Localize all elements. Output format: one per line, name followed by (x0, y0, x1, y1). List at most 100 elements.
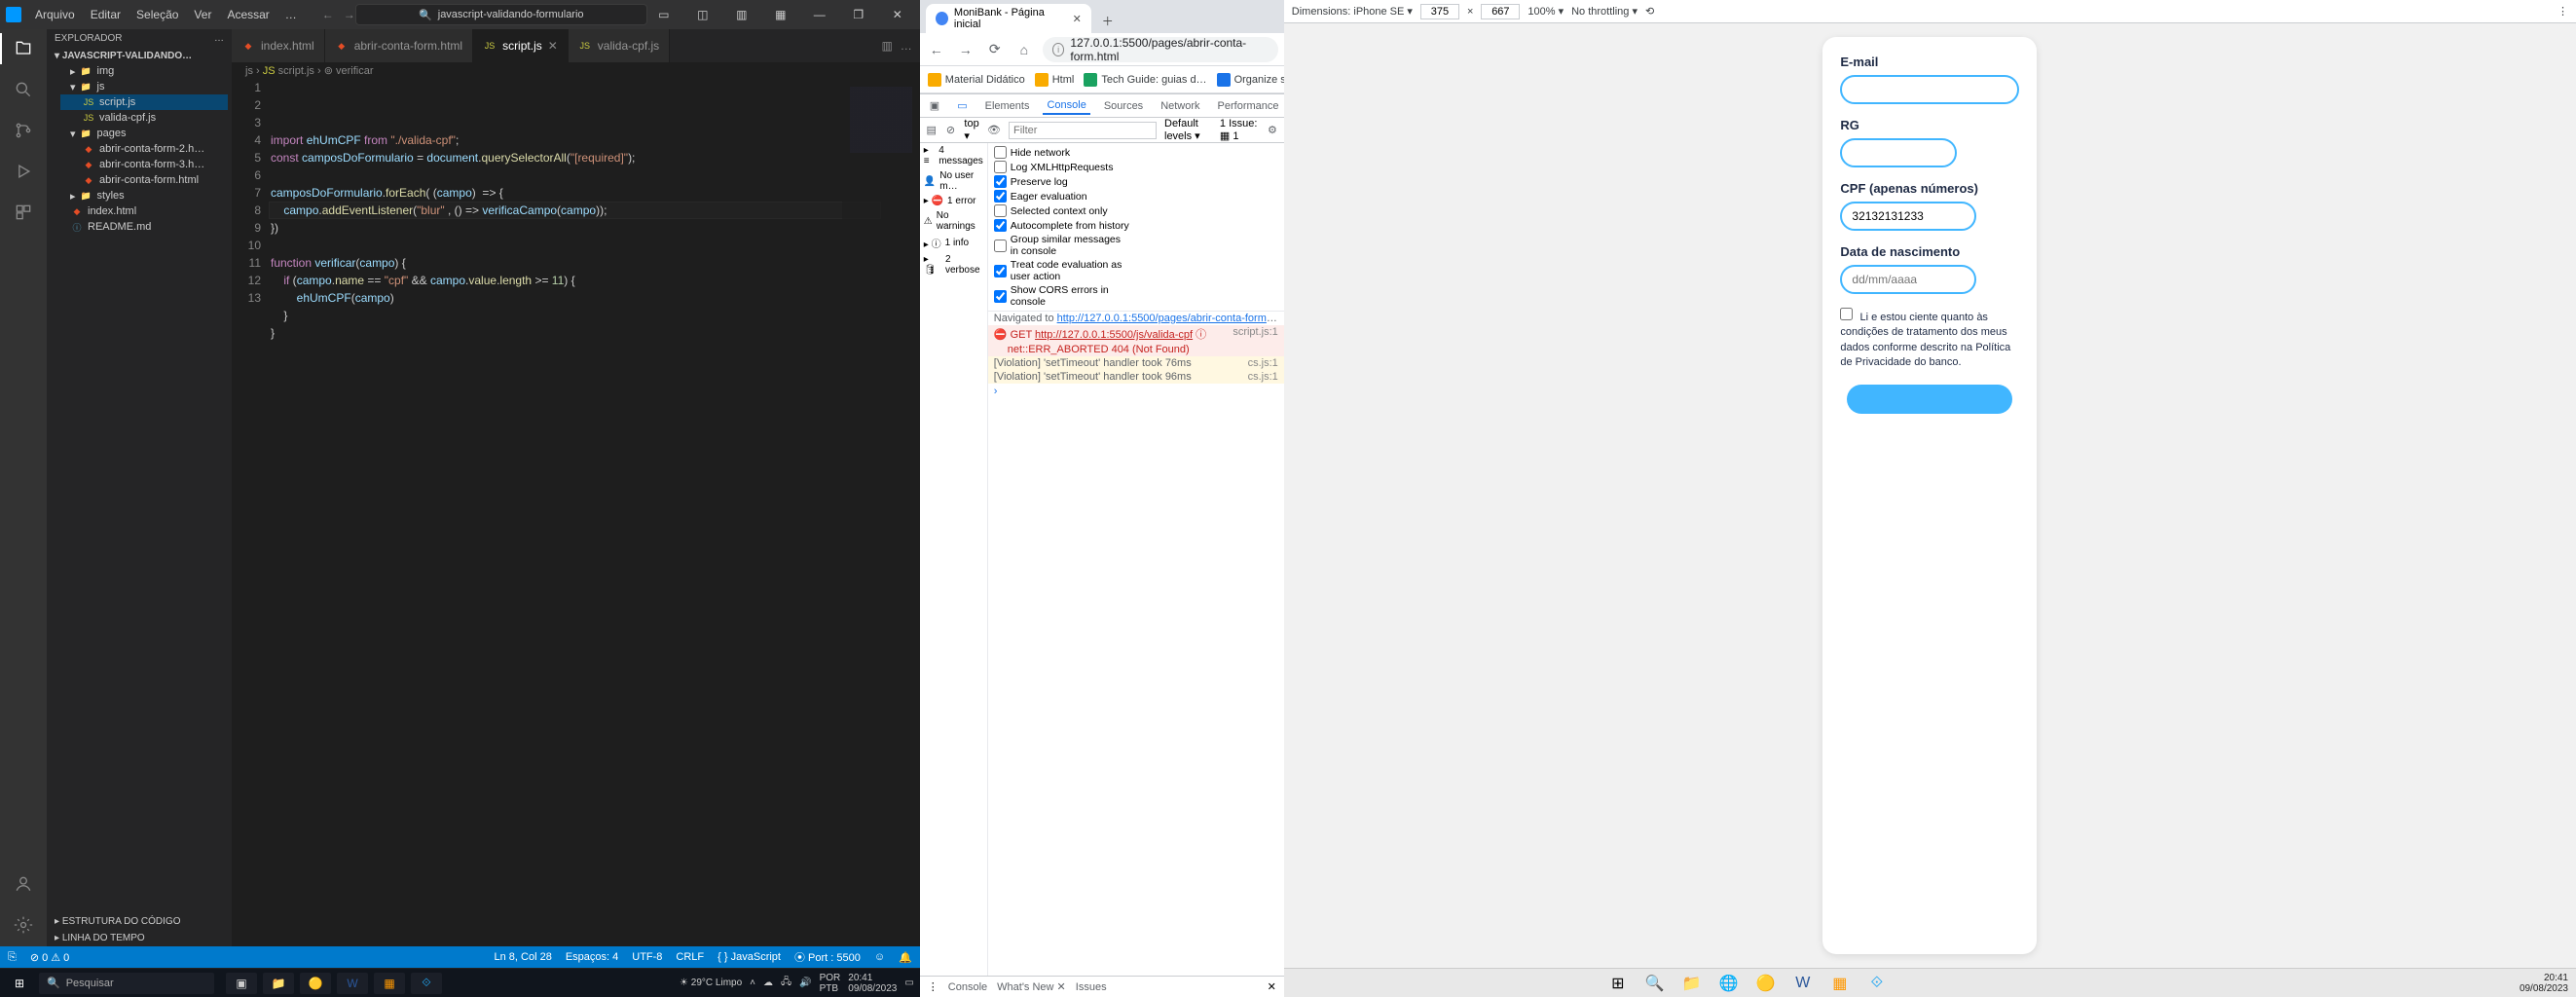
close-icon[interactable]: ✕ (548, 39, 558, 53)
win-close-icon[interactable]: ✕ (881, 8, 914, 21)
project-root[interactable]: ▾ JAVASCRIPT-VALIDANDO… (55, 49, 228, 63)
explorer-icon[interactable] (12, 37, 35, 60)
file-explorer-icon[interactable]: 📁 (263, 973, 294, 994)
folder-js[interactable]: ▾📁js (60, 79, 228, 94)
chk-log-xhr[interactable]: Log XMLHttpRequests (994, 161, 1130, 173)
taskbar-clock-r[interactable]: 20:41 09/08/2023 (2520, 973, 2568, 994)
drawer-menu-icon[interactable]: ⋮ (928, 980, 938, 993)
chk-preserve-log[interactable]: Preserve log (994, 175, 1130, 188)
chk-show-cors[interactable]: Show CORS errors in console (994, 284, 1130, 308)
submit-button[interactable] (1847, 385, 2012, 414)
devtools-tab-network[interactable]: Network (1157, 98, 1203, 114)
gear-icon[interactable] (12, 913, 35, 937)
taskbar-word-icon[interactable]: W (1787, 973, 1819, 994)
consent-checkbox[interactable] (1840, 308, 1853, 320)
device-height-input[interactable] (1481, 4, 1520, 19)
console-output[interactable]: Navigated to http://127.0.0.1:5500/pages… (988, 312, 1284, 976)
chk-group-similar[interactable]: Group similar messages in console (994, 234, 1130, 257)
menu-edit[interactable]: Editar (85, 8, 127, 21)
taskbar-search-icon[interactable]: 🔍 (1639, 973, 1671, 994)
sidebar-warnings[interactable]: ⚠ No warnings (920, 208, 987, 234)
status-eol[interactable]: CRLF (676, 951, 704, 963)
sidebar-verbose[interactable]: ▸ 🛢 2 verbose (920, 252, 987, 277)
tray-volume-icon[interactable]: 🔊 (799, 978, 811, 988)
nav-back-icon[interactable]: ← (322, 8, 334, 21)
folder-styles[interactable]: ▸📁styles (60, 188, 228, 203)
weather-widget[interactable]: ☀ 29°C Limpo (680, 978, 742, 988)
taskbar-vscode-icon[interactable]: ⟐ (1861, 973, 1893, 994)
live-expression-icon[interactable]: 👁 (987, 124, 1001, 136)
input-rg[interactable] (1840, 138, 1957, 167)
folder-pages[interactable]: ▾📁pages (60, 126, 228, 141)
code-editor[interactable]: 12345678910111213 import ehUmCPF from ".… (232, 79, 920, 946)
taskbar-search[interactable]: 🔍 Pesquisar (39, 973, 214, 994)
breadcrumb[interactable]: js › JS script.js › ⊚ verificar (232, 62, 920, 79)
reload-icon[interactable]: ⟳ (984, 41, 1006, 57)
file-index-html[interactable]: ◆index.html (60, 203, 228, 219)
file-form-3[interactable]: ◆abrir-conta-form-3.h… (60, 157, 228, 172)
file-form-2[interactable]: ◆abrir-conta-form-2.h… (60, 141, 228, 157)
tab-script-js[interactable]: JSscript.js✕ (473, 29, 569, 62)
account-icon[interactable] (12, 872, 35, 896)
source-control-icon[interactable] (12, 119, 35, 142)
rotate-icon[interactable]: ⟲ (1645, 5, 1654, 18)
status-remote-icon[interactable]: ⎘ (8, 951, 17, 964)
file-form[interactable]: ◆abrir-conta-form.html (60, 172, 228, 188)
close-tab-icon[interactable]: ✕ (1073, 13, 1082, 25)
run-debug-icon[interactable] (12, 160, 35, 183)
start-button[interactable]: ⊞ (6, 973, 33, 994)
bookmark[interactable]: Html (1035, 73, 1075, 87)
chrome-taskbar-icon[interactable]: 🟡 (300, 973, 331, 994)
tray-lang[interactable]: PORPTB (820, 973, 841, 994)
word-taskbar-icon[interactable]: W (337, 973, 368, 994)
timeline-section[interactable]: ▸ LINHA DO TEMPO (47, 930, 232, 946)
inspect-icon[interactable]: ▣ (926, 97, 943, 114)
layout-icon-4[interactable]: ▦ (764, 8, 797, 21)
devtools-tab-performance[interactable]: Performance (1214, 98, 1283, 114)
more-tab-icon[interactable]: … (901, 39, 912, 53)
console-prompt[interactable]: › (988, 384, 1284, 399)
menu-view[interactable]: Ver (188, 8, 217, 21)
input-email[interactable] (1840, 75, 2019, 104)
minimap[interactable] (842, 79, 920, 946)
win-min-icon[interactable]: — (803, 8, 836, 21)
sidebar-errors[interactable]: ▸ ⛔ 1 error (920, 194, 987, 208)
bookmark[interactable]: Tech Guide: guias d… (1084, 73, 1206, 87)
tray-chevron-icon[interactable]: ˄ (750, 978, 755, 988)
console-filter-input[interactable] (1009, 122, 1157, 139)
devtools-tab-elements[interactable]: Elements (981, 98, 1034, 114)
outline-section[interactable]: ▸ ESTRUTURA DO CÓDIGO (47, 913, 232, 930)
status-feedback-icon[interactable]: ☺ (874, 951, 885, 963)
input-dob[interactable] (1840, 265, 1976, 294)
bookmark[interactable]: Material Didático (928, 73, 1025, 87)
chk-selected-context[interactable]: Selected context only (994, 204, 1130, 217)
win-max-icon[interactable]: ❐ (842, 8, 875, 21)
folder-img[interactable]: ▸📁img (60, 63, 228, 79)
task-view-icon[interactable]: ▣ (226, 973, 257, 994)
nav-fwd-icon[interactable]: → (344, 8, 355, 21)
drawer-close-icon[interactable]: ✕ (1268, 980, 1276, 993)
home-icon[interactable]: ⌂ (1013, 42, 1035, 57)
more-icon[interactable]: … (214, 33, 224, 44)
device-toggle-icon[interactable]: ▭ (953, 97, 971, 114)
device-select[interactable]: Dimensions: iPhone SE ▾ (1292, 5, 1413, 18)
console-levels[interactable]: Default levels ▾ (1164, 118, 1212, 142)
tab-valida-cpf[interactable]: JSvalida-cpf.js (569, 29, 670, 62)
vscode-taskbar-icon[interactable]: ⟐ (411, 973, 442, 994)
layout-icon-2[interactable]: ◫ (686, 8, 719, 21)
menu-more[interactable]: … (279, 8, 303, 21)
search-activity-icon[interactable] (12, 78, 35, 101)
menu-go[interactable]: Acessar (221, 8, 275, 21)
command-center[interactable]: 🔍 javascript-validando-formulario (355, 4, 647, 25)
console-clear-icon[interactable]: ⊘ (945, 124, 957, 136)
sidebar-info[interactable]: ▸ ⓘ 1 info (920, 234, 987, 252)
sidebar-messages[interactable]: ▸ ≡ 4 messages (920, 143, 987, 168)
taskbar-sublime-icon[interactable]: ▦ (1824, 973, 1856, 994)
device-throttle[interactable]: No throttling ▾ (1571, 5, 1638, 18)
device-zoom[interactable]: 100% ▾ (1527, 5, 1564, 18)
status-problems[interactable]: ⊘ 0 ⚠ 0 (30, 951, 69, 964)
console-context[interactable]: top ▾ (964, 118, 979, 142)
sidebar-user[interactable]: 👤 No user m… (920, 168, 987, 194)
chk-hide-network[interactable]: Hide network (994, 146, 1130, 159)
status-port[interactable]: ⦿ Port : 5500 (794, 949, 861, 965)
